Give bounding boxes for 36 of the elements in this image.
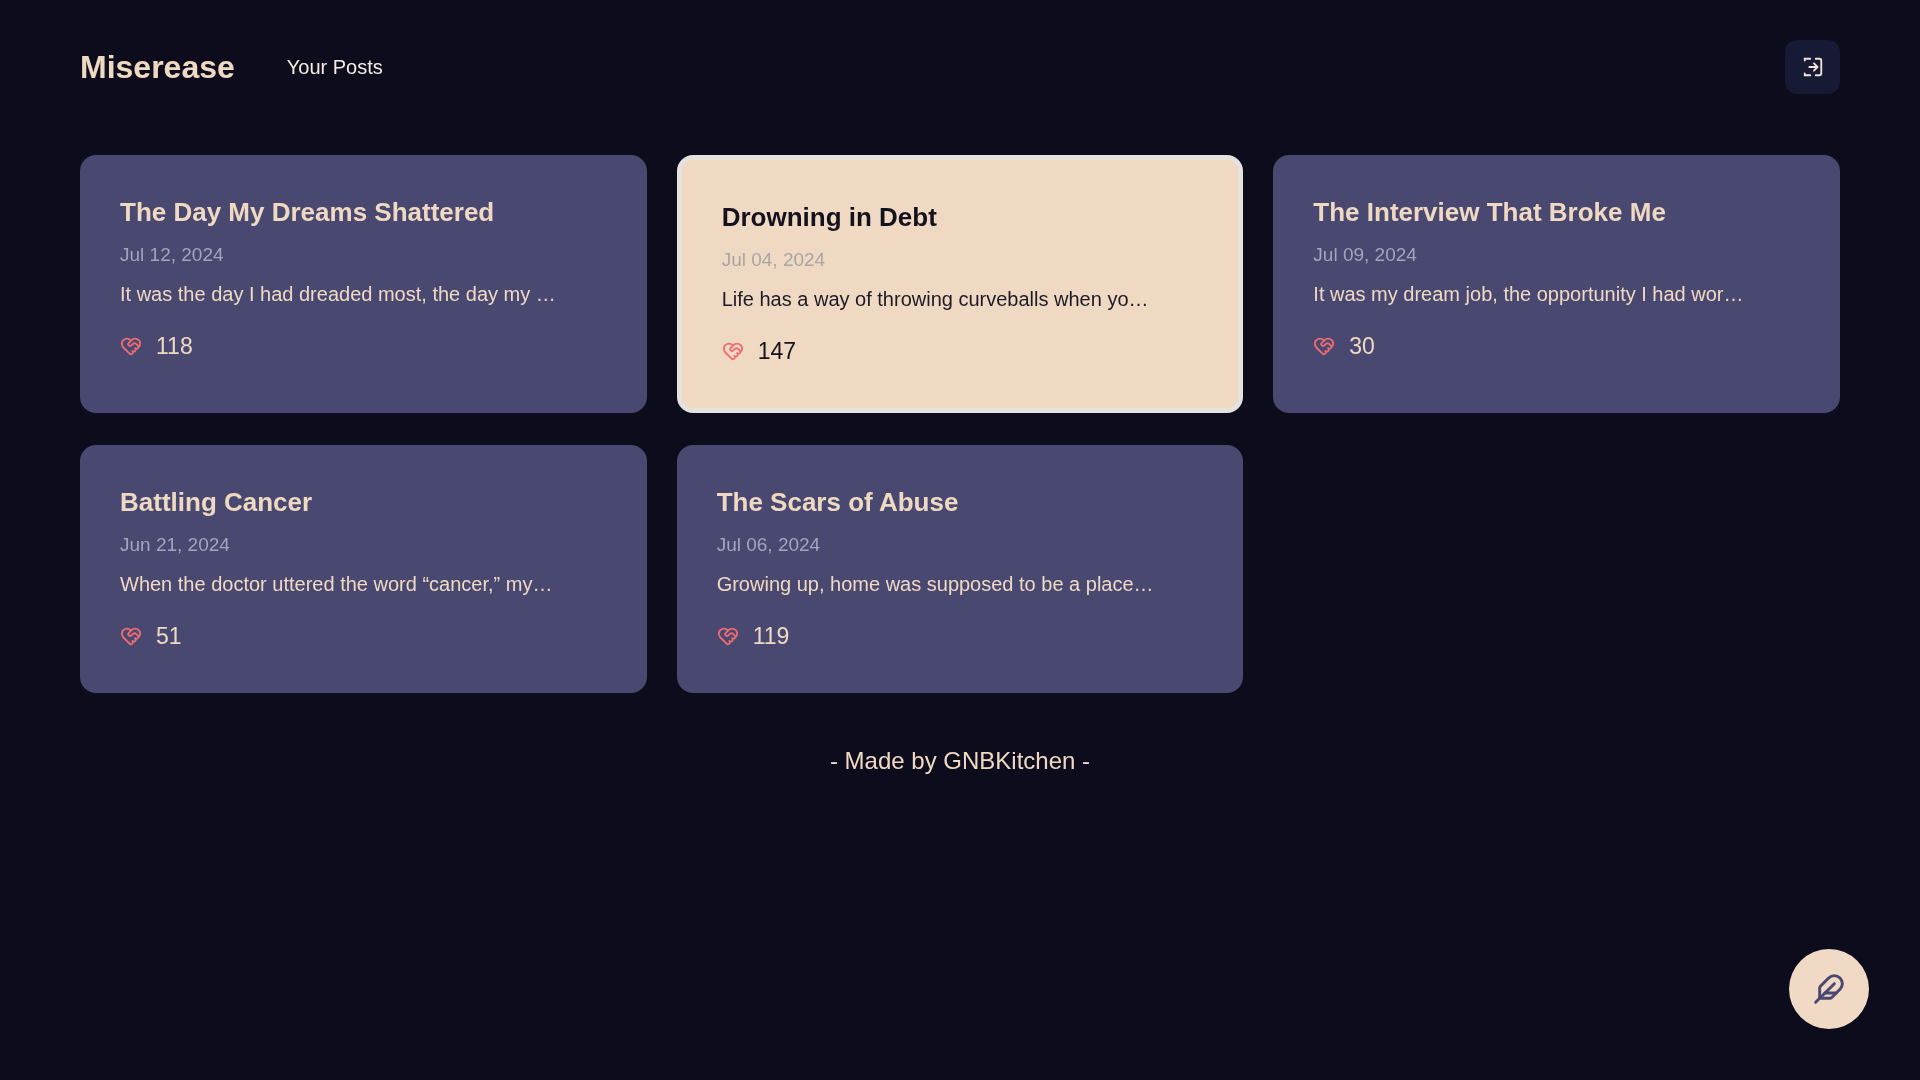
heart-handshake-icon[interactable] xyxy=(120,335,142,357)
post-card[interactable]: The Day My Dreams Shattered Jul 12, 2024 It was the day I had dreaded most, the day my … 118 xyxy=(80,155,647,413)
app-logo[interactable]: Miserease xyxy=(80,43,235,91)
post-excerpt: Growing up, home was supposed to be a place… xyxy=(716,572,1155,597)
like-count: 147 xyxy=(757,337,797,366)
post-date: Jul 06, 2024 xyxy=(716,533,822,557)
post-excerpt: It was my dream job, the opportunity I had wor… xyxy=(1313,282,1745,307)
heart-handshake-icon[interactable] xyxy=(1313,335,1336,357)
post-title: The Day My Dreams Shattered xyxy=(120,196,496,229)
arrow-into-box-icon xyxy=(1801,56,1824,78)
nav-link[interactable]: Your Posts xyxy=(286,52,383,82)
feather-icon xyxy=(1813,973,1845,1005)
post-card[interactable]: The Interview That Broke Me Jul 09, 2024 It was my dream job, the opportunity I had wor… 30 xyxy=(1273,155,1840,413)
post-excerpt: It was the day I had dreaded most, the day my … xyxy=(120,282,557,307)
post-excerpt: Life has a way of throwing curveballs when yo… xyxy=(721,287,1150,312)
heart-handshake-icon[interactable] xyxy=(120,625,142,647)
post-date: Jun 21, 2024 xyxy=(120,533,231,557)
post-card[interactable]: Drowning in Debt Jul 04, 2024 Life has a way of throwing curveballs when yo… 147 xyxy=(676,155,1244,413)
post-date: Jul 04, 2024 xyxy=(721,248,827,272)
like-count: 119 xyxy=(752,622,790,651)
post-card[interactable]: The Scars of Abuse Jul 06, 2024 Growing up, home was supposed to be a place… 119 xyxy=(676,445,1244,693)
post-title: Drowning in Debt xyxy=(721,201,938,234)
like-count: 118 xyxy=(156,332,193,361)
like-count: 30 xyxy=(1349,332,1375,361)
logout-button[interactable] xyxy=(1785,40,1840,94)
heart-handshake-icon[interactable] xyxy=(716,625,739,647)
post-date: Jul 12, 2024 xyxy=(120,243,225,267)
footer-credit: - Made by GNBKitchen - xyxy=(829,746,1091,776)
post-title: The Scars of Abuse xyxy=(716,486,960,519)
post-title: Battling Cancer xyxy=(120,486,314,519)
post-card[interactable]: Battling Cancer Jun 21, 2024 When the doctor uttered the word “cancer,” my… 51 xyxy=(80,445,647,693)
heart-handshake-icon[interactable] xyxy=(721,340,744,362)
post-date: Jul 09, 2024 xyxy=(1313,243,1418,267)
post-title: The Interview That Broke Me xyxy=(1313,196,1667,229)
post-excerpt: When the doctor uttered the word “cancer,” my… xyxy=(120,572,554,597)
like-count: 51 xyxy=(156,622,182,651)
